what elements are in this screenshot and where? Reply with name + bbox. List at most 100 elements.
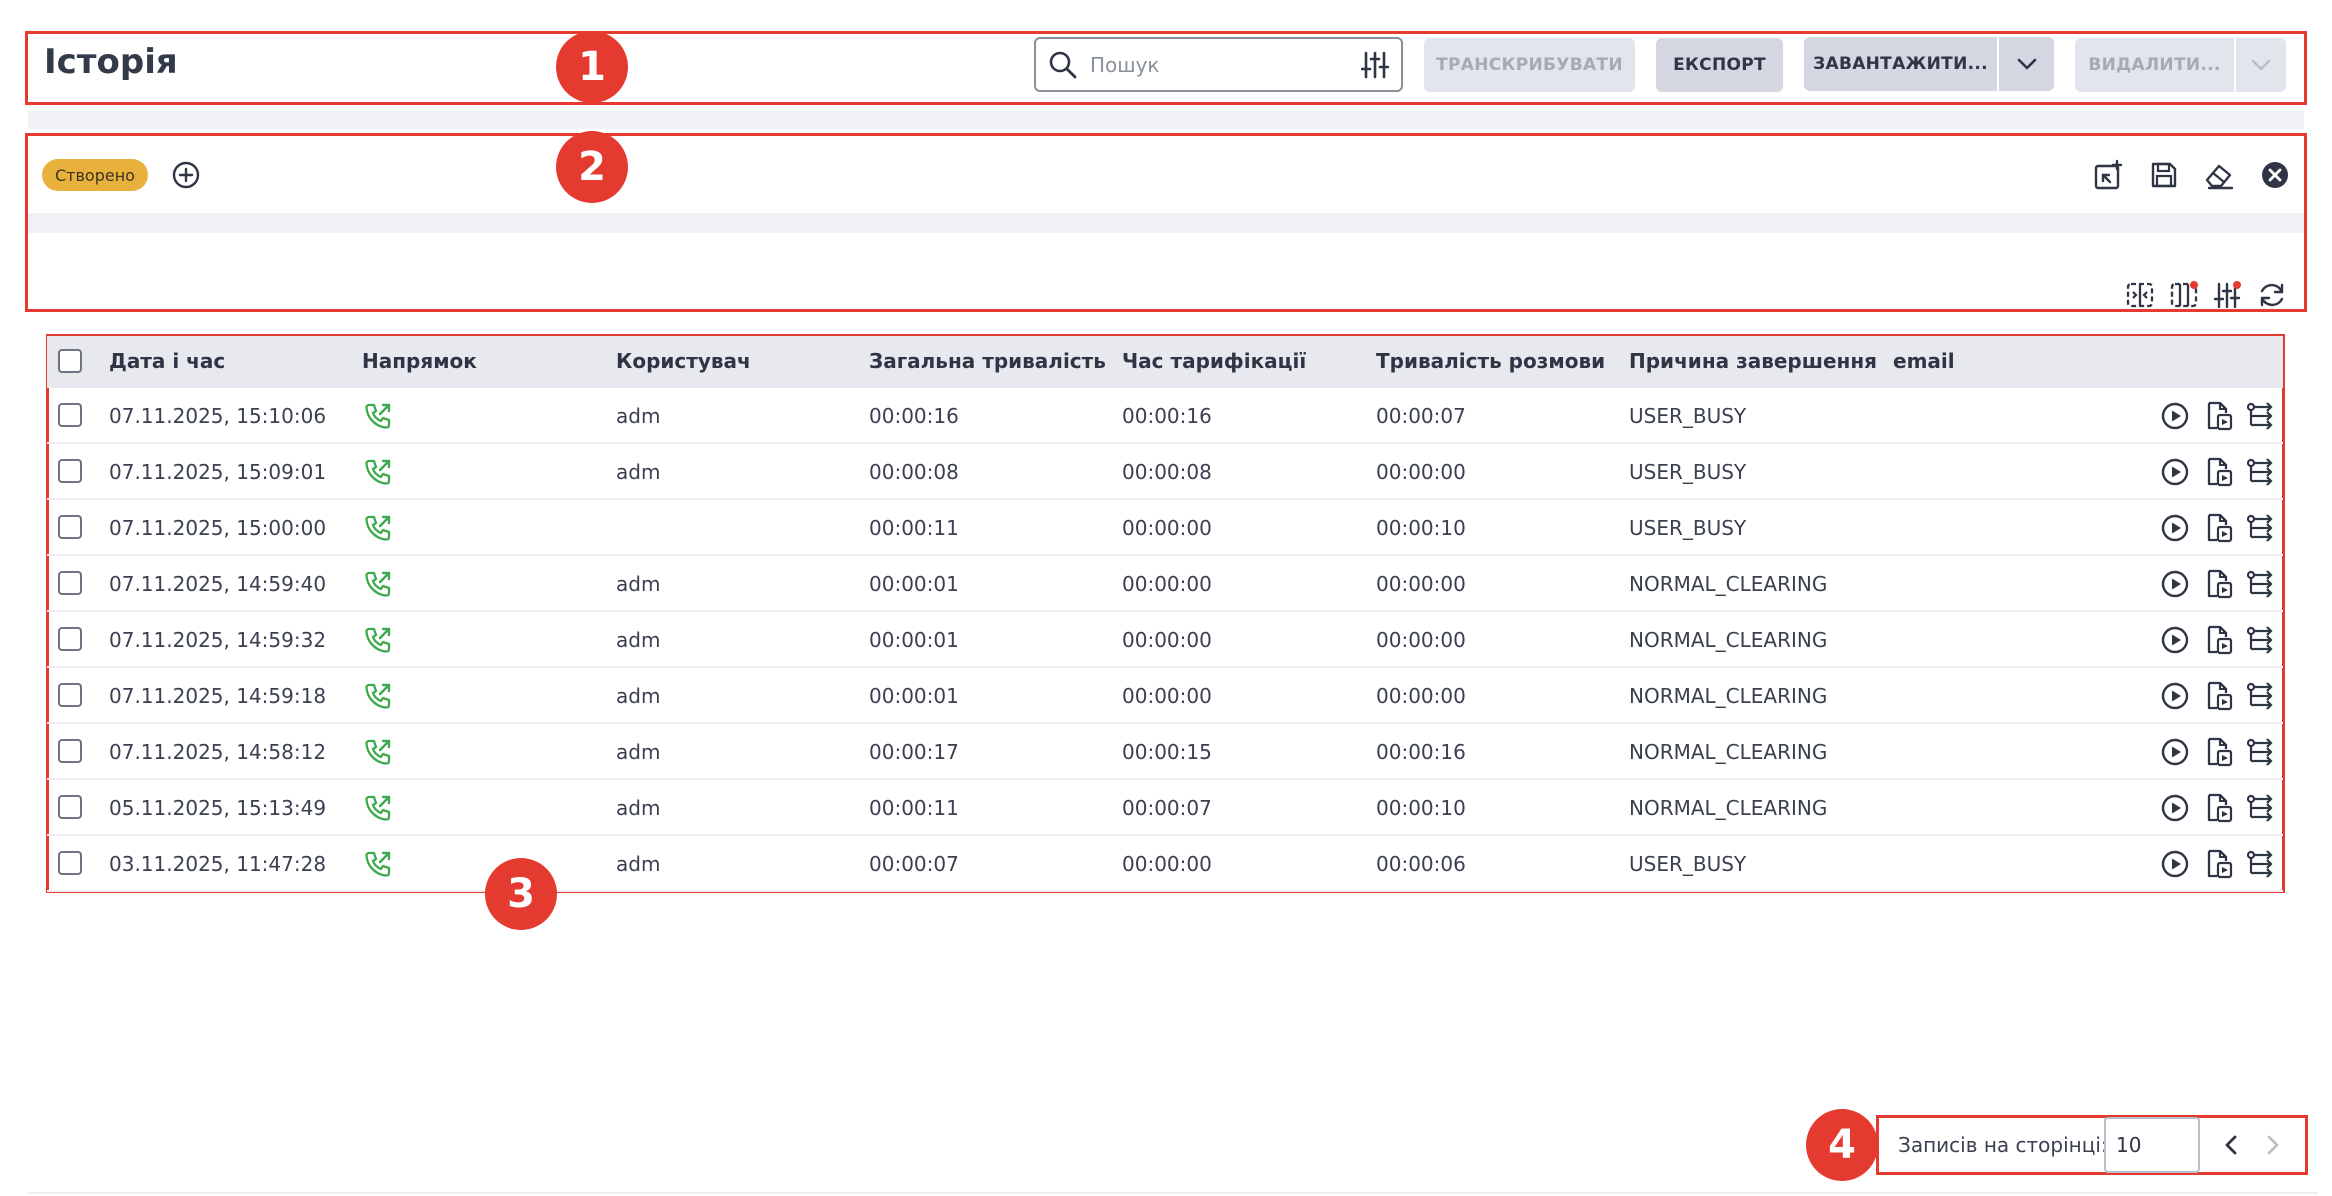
clear-filter-button[interactable]	[2202, 158, 2236, 192]
column-header-talk-duration[interactable]: Тривалість розмови	[1376, 349, 1605, 373]
search-input[interactable]	[1090, 52, 1350, 77]
transcript-button[interactable]	[2202, 680, 2236, 712]
call-flow-icon	[2246, 738, 2273, 766]
row-checkbox[interactable]	[58, 683, 82, 707]
download-dropdown-button[interactable]	[1999, 37, 2054, 91]
chevron-left-icon	[2225, 1135, 2237, 1155]
page-size-input[interactable]	[2104, 1117, 2200, 1173]
transcript-button[interactable]	[2202, 400, 2236, 432]
chevron-down-icon	[2251, 59, 2271, 71]
cell-hangup-cause: USER_BUSY	[1629, 516, 1747, 540]
annotation-marker-3: 3	[485, 858, 557, 930]
column-header-datetime[interactable]: Дата і час	[109, 349, 225, 373]
cell-user: adm	[616, 740, 661, 764]
column-header-email[interactable]: email	[1893, 349, 1955, 373]
transcript-icon	[2207, 737, 2233, 767]
transcript-button[interactable]	[2202, 568, 2236, 600]
fit-columns-button[interactable]	[2124, 279, 2156, 311]
transcript-button[interactable]	[2202, 792, 2236, 824]
cell-datetime: 07.11.2025, 15:00:00	[109, 516, 327, 540]
transcript-button[interactable]	[2202, 456, 2236, 488]
column-header-hangup-cause[interactable]: Причина завершення	[1629, 349, 1877, 373]
call-flow-button[interactable]	[2244, 848, 2278, 880]
row-checkbox[interactable]	[58, 571, 82, 595]
columns-settings-button[interactable]	[2168, 279, 2200, 311]
play-button[interactable]	[2158, 680, 2192, 712]
search-box[interactable]	[1034, 37, 1403, 92]
load-filter-icon	[2094, 159, 2123, 190]
column-header-user[interactable]: Користувач	[616, 349, 751, 373]
row-checkbox[interactable]	[58, 459, 82, 483]
transcript-button[interactable]	[2202, 736, 2236, 768]
play-button[interactable]	[2158, 456, 2192, 488]
transcript-button[interactable]	[2202, 512, 2236, 544]
transcript-icon	[2207, 569, 2233, 599]
filter-divider	[28, 213, 2304, 233]
play-button[interactable]	[2158, 848, 2192, 880]
row-checkbox[interactable]	[58, 515, 82, 539]
play-button[interactable]	[2158, 512, 2192, 544]
play-button[interactable]	[2158, 624, 2192, 656]
transcript-button[interactable]	[2202, 848, 2236, 880]
select-all-checkbox[interactable]	[58, 349, 82, 373]
download-button[interactable]: ЗАВАНТАЖИТИ...	[1804, 37, 1997, 91]
refresh-button[interactable]	[2256, 279, 2288, 311]
call-flow-button[interactable]	[2244, 736, 2278, 768]
delete-dropdown-button[interactable]	[2236, 38, 2286, 92]
transcript-icon	[2207, 513, 2233, 543]
call-flow-button[interactable]	[2244, 400, 2278, 432]
row-checkbox[interactable]	[58, 851, 82, 875]
column-header-billing-time[interactable]: Час тарифікації	[1122, 349, 1306, 373]
outgoing-call-icon	[362, 400, 394, 432]
cell-datetime: 07.11.2025, 14:59:18	[109, 684, 327, 708]
transcript-button[interactable]	[2202, 624, 2236, 656]
cell-billing-time: 00:00:00	[1122, 516, 1212, 540]
column-header-total-duration[interactable]: Загальна тривалість	[869, 349, 1106, 373]
call-flow-icon	[2246, 794, 2273, 822]
row-checkbox[interactable]	[58, 795, 82, 819]
cell-hangup-cause: NORMAL_CLEARING	[1629, 740, 1828, 764]
call-flow-icon	[2246, 458, 2273, 486]
save-filter-button[interactable]	[2148, 158, 2180, 192]
cell-total-duration: 00:00:01	[869, 572, 959, 596]
cell-datetime: 07.11.2025, 14:59:40	[109, 572, 327, 596]
cell-datetime: 05.11.2025, 15:13:49	[109, 796, 327, 820]
cell-hangup-cause: USER_BUSY	[1629, 460, 1747, 484]
play-button[interactable]	[2158, 400, 2192, 432]
cell-billing-time: 00:00:07	[1122, 796, 1212, 820]
cell-user: adm	[616, 404, 661, 428]
play-icon	[2161, 570, 2189, 598]
export-button[interactable]: ЕКСПОРТ	[1656, 38, 1783, 92]
close-filter-button[interactable]	[2258, 158, 2292, 192]
delete-button[interactable]: ВИДАЛИТИ...	[2075, 38, 2234, 92]
load-filter-button[interactable]	[2092, 158, 2124, 192]
play-button[interactable]	[2158, 568, 2192, 600]
cell-billing-time: 00:00:08	[1122, 460, 1212, 484]
call-flow-button[interactable]	[2244, 624, 2278, 656]
next-page-button[interactable]	[2258, 1130, 2288, 1160]
cell-total-duration: 00:00:01	[869, 628, 959, 652]
close-circle-icon	[2262, 162, 2288, 188]
call-flow-button[interactable]	[2244, 456, 2278, 488]
row-checkbox[interactable]	[58, 403, 82, 427]
play-icon	[2161, 458, 2189, 486]
filter-chip-created[interactable]: Створено	[42, 159, 148, 191]
call-flow-button[interactable]	[2244, 568, 2278, 600]
cell-billing-time: 00:00:15	[1122, 740, 1212, 764]
call-flow-button[interactable]	[2244, 512, 2278, 544]
outgoing-call-icon	[362, 848, 394, 880]
table-filter-button[interactable]	[2212, 279, 2244, 311]
plus-circle-icon	[172, 161, 200, 189]
row-checkbox[interactable]	[58, 627, 82, 651]
call-flow-button[interactable]	[2244, 792, 2278, 824]
outgoing-call-icon	[362, 792, 394, 824]
call-flow-button[interactable]	[2244, 680, 2278, 712]
play-button[interactable]	[2158, 736, 2192, 768]
play-button[interactable]	[2158, 792, 2192, 824]
filter-sliders-icon[interactable]	[1361, 50, 1389, 80]
column-header-direction[interactable]: Напрямок	[362, 349, 477, 373]
transcribe-button[interactable]: ТРАНСКРИБУВАТИ	[1424, 38, 1635, 92]
add-filter-button[interactable]	[170, 159, 202, 191]
prev-page-button[interactable]	[2216, 1130, 2246, 1160]
row-checkbox[interactable]	[58, 739, 82, 763]
